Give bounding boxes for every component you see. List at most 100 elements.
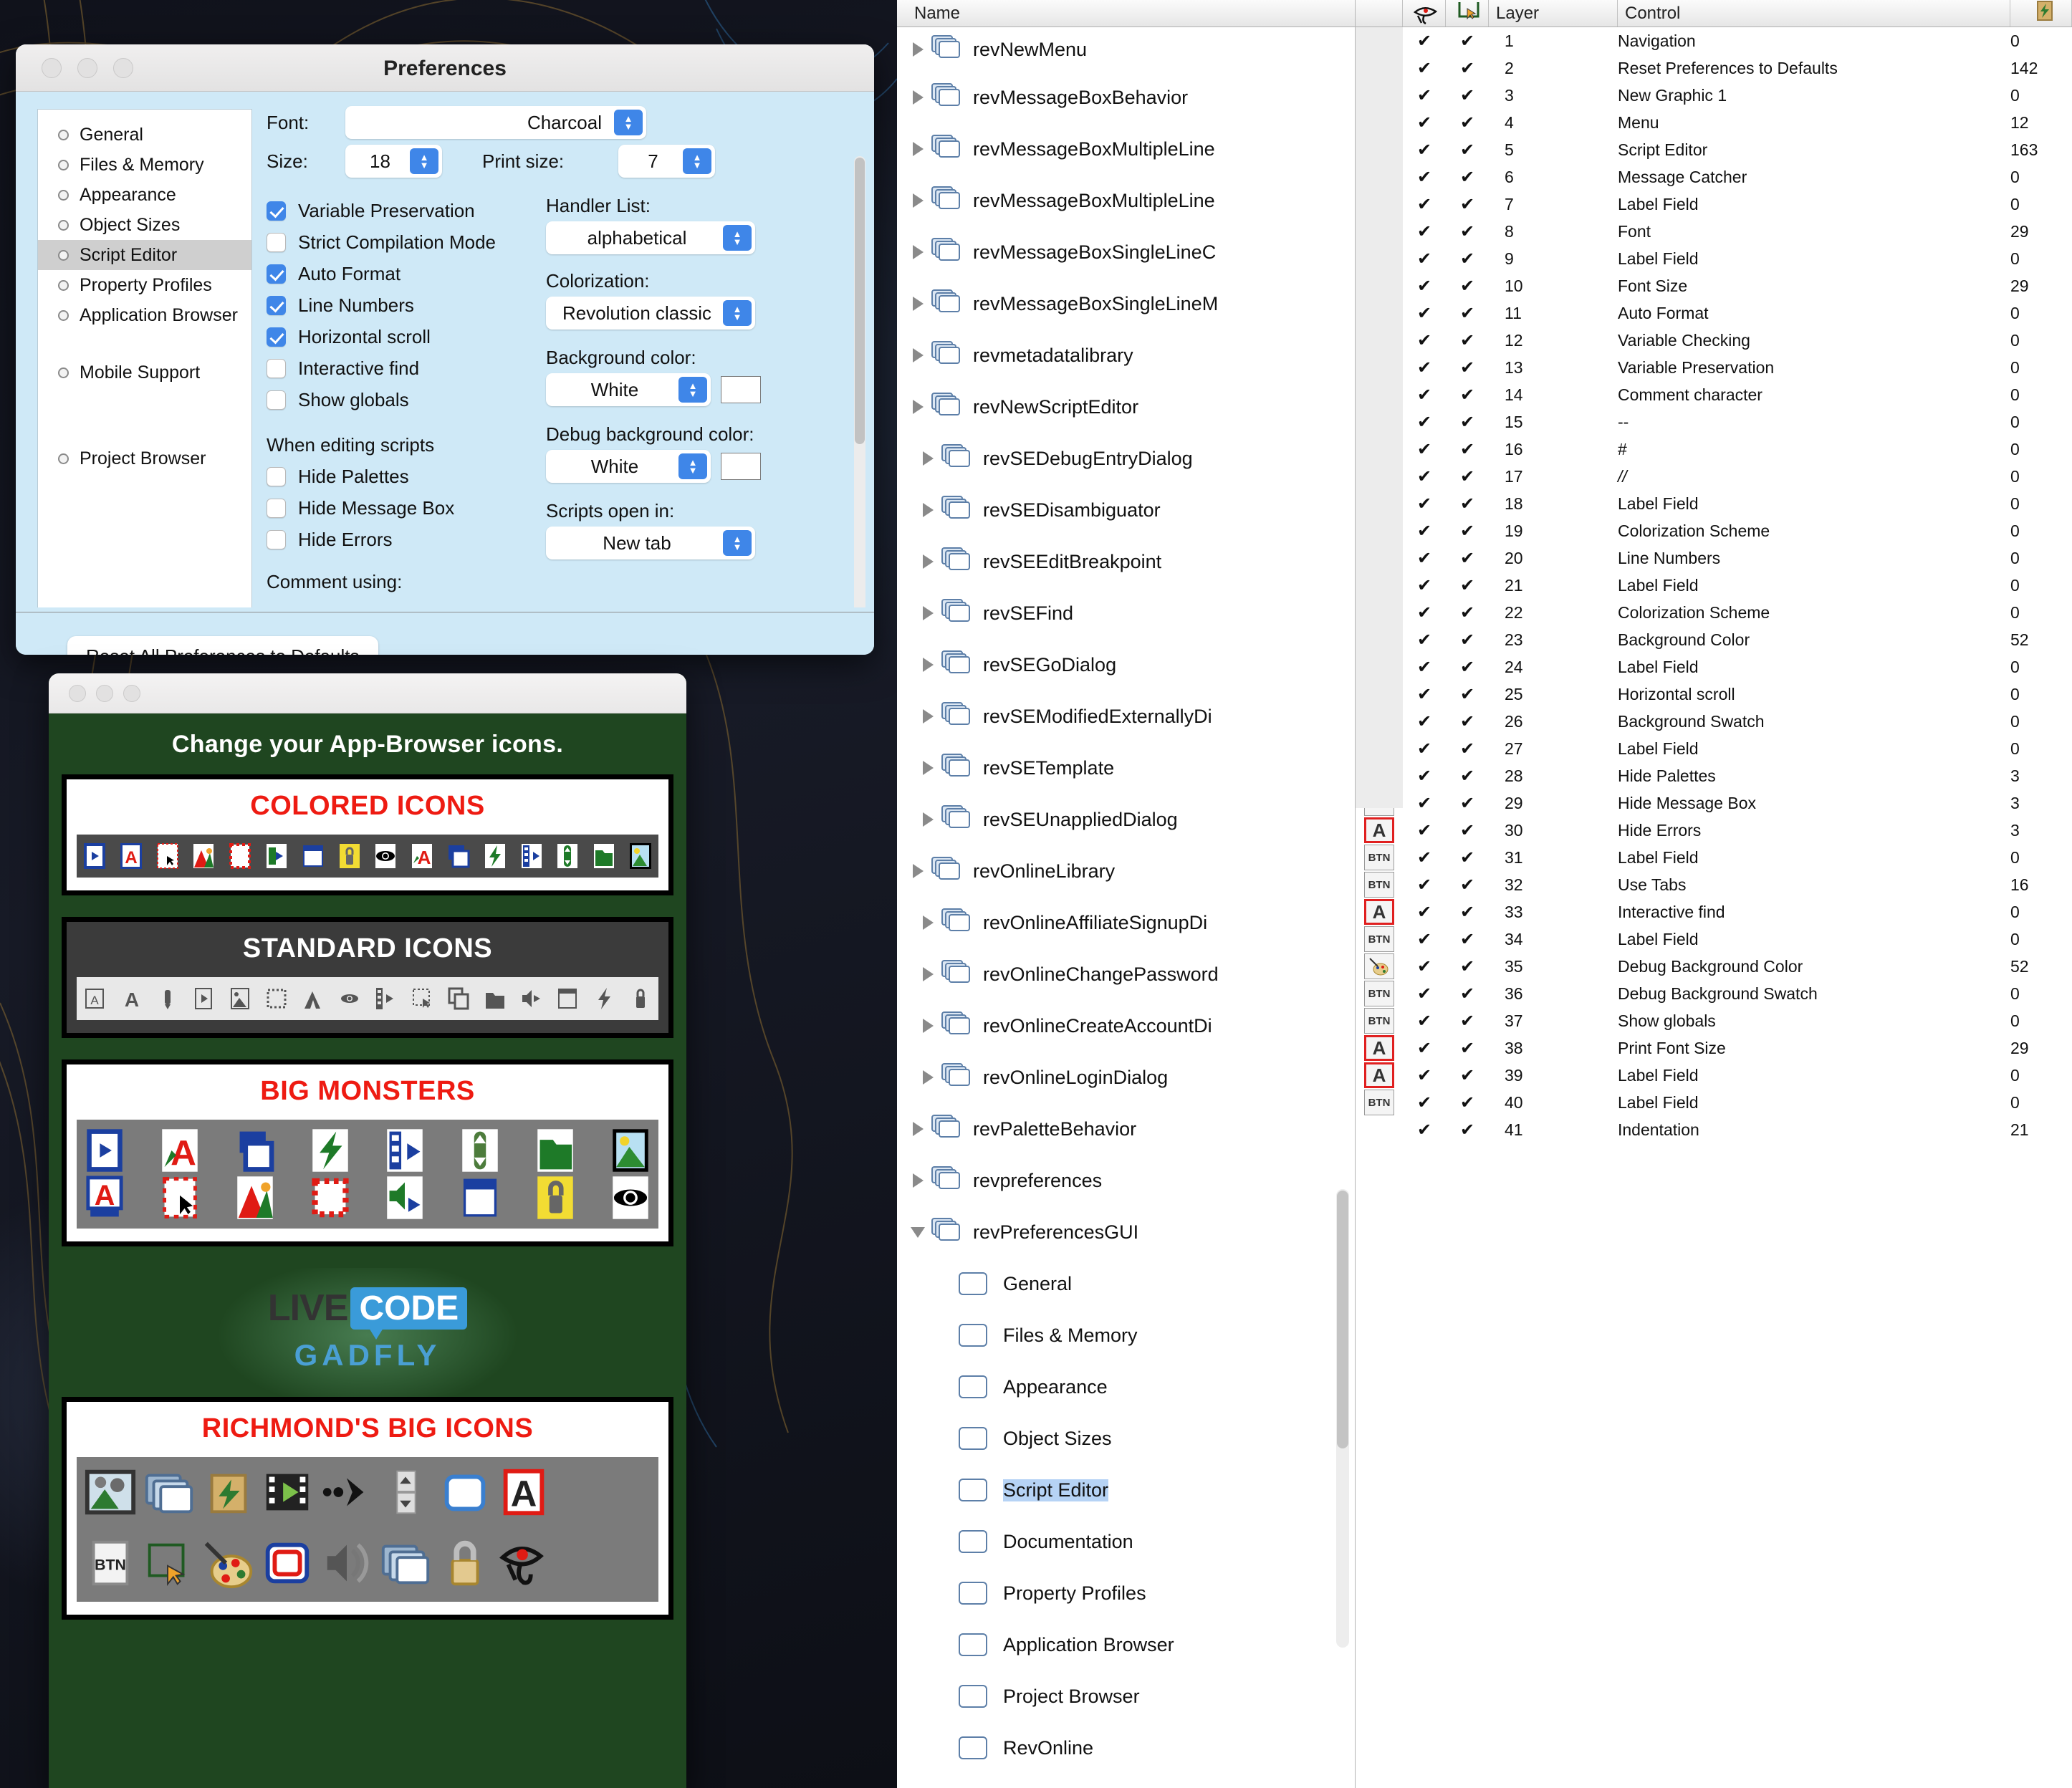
scrollbar-thumb[interactable] bbox=[855, 158, 865, 444]
tree-node[interactable]: revNewScriptEditor bbox=[897, 381, 1355, 433]
eye-icon[interactable] bbox=[608, 1174, 653, 1221]
tree-node[interactable]: revpreferences bbox=[897, 1155, 1355, 1206]
background-color-dropdown[interactable]: White ▲ ▼ bbox=[546, 373, 711, 406]
colored-icons-strip[interactable]: A A bbox=[77, 835, 658, 878]
palette-icon[interactable] bbox=[201, 1535, 256, 1591]
disclosure-triangle-icon[interactable] bbox=[904, 193, 931, 208]
tree-child-project-browser[interactable]: Project Browser bbox=[897, 1671, 1355, 1722]
radio-icon[interactable] bbox=[58, 367, 69, 378]
image-icon[interactable] bbox=[628, 842, 653, 870]
select-checkmark[interactable]: ✔ bbox=[1446, 494, 1489, 514]
checkbox-hide-palettes[interactable]: Hide Palettes bbox=[267, 461, 532, 492]
visible-checkmark[interactable]: ✔ bbox=[1403, 1065, 1446, 1086]
checkbox-hide-message-box[interactable]: Hide Message Box bbox=[267, 492, 532, 524]
select-checkmark[interactable]: ✔ bbox=[1446, 112, 1489, 133]
table-row[interactable]: BTN ✔ ✔ 36 Debug Background Swatch 0 bbox=[1356, 980, 2072, 1007]
visible-checkmark[interactable]: ✔ bbox=[1403, 521, 1446, 542]
table-row[interactable]: BTN✔✔1Navigation0 bbox=[1356, 27, 2072, 54]
tree-node[interactable]: revMessageBoxSingleLineM bbox=[897, 278, 1355, 330]
big-monsters-strip[interactable]: A A bbox=[77, 1120, 658, 1229]
table-row[interactable]: BTN ✔ ✔ 32 Use Tabs 16 bbox=[1356, 871, 2072, 898]
preferences-category-list[interactable]: General Files & Memory Appearance Object… bbox=[37, 109, 252, 607]
visible-checkmark[interactable]: ✔ bbox=[1403, 249, 1446, 269]
table-row[interactable]: BTN ✔ ✔ 31 Label Field 0 bbox=[1356, 844, 2072, 871]
select-checkmark[interactable]: ✔ bbox=[1446, 630, 1489, 650]
film-play-icon[interactable] bbox=[373, 984, 398, 1013]
chevron-up-down-icon[interactable]: ▲ ▼ bbox=[678, 377, 707, 403]
table-row[interactable]: A✔✔6Message Catcher0 bbox=[1356, 163, 2072, 191]
sidebar-item-appearance[interactable]: Appearance bbox=[38, 180, 251, 210]
checkbox-icon[interactable] bbox=[267, 327, 286, 347]
table-rows[interactable]: BTN✔✔1Navigation0✔✔2Reset Preferences to… bbox=[1356, 27, 2072, 1143]
visible-checkmark[interactable]: ✔ bbox=[1403, 766, 1446, 787]
select-checkmark[interactable]: ✔ bbox=[1446, 249, 1489, 269]
tree-child-script-editor[interactable]: Script Editor bbox=[897, 1464, 1355, 1516]
table-row[interactable]: BTN✔✔11Auto Format0 bbox=[1356, 299, 2072, 327]
select-checkmark[interactable]: ✔ bbox=[1446, 548, 1489, 569]
table-row[interactable]: BTN✔✔29Hide Message Box3 bbox=[1356, 789, 2072, 817]
tree-node[interactable]: revMessageBoxMultipleLine bbox=[897, 123, 1355, 175]
package-icon[interactable] bbox=[201, 1464, 256, 1520]
select-checkmark[interactable]: ✔ bbox=[1446, 602, 1489, 623]
eye-icon[interactable] bbox=[337, 984, 362, 1013]
visible-checkmark[interactable]: ✔ bbox=[1403, 194, 1446, 215]
tree-column-header-name[interactable]: Name bbox=[897, 0, 1355, 27]
letter-a-redbox-icon[interactable]: A bbox=[496, 1464, 552, 1520]
tree-node[interactable]: revOnlineLoginDialog bbox=[897, 1052, 1355, 1103]
padlock-icon[interactable] bbox=[437, 1535, 493, 1591]
visible-checkmark[interactable]: ✔ bbox=[1403, 602, 1446, 623]
checkbox-icon[interactable] bbox=[267, 358, 286, 378]
visible-checkmark[interactable]: ✔ bbox=[1403, 357, 1446, 378]
visible-checkmark[interactable]: ✔ bbox=[1403, 439, 1446, 460]
visible-checkmark[interactable]: ✔ bbox=[1403, 929, 1446, 950]
select-checkmark[interactable]: ✔ bbox=[1446, 385, 1489, 405]
table-row[interactable]: ✔ ✔ 13 Variable Preservation 0 bbox=[1356, 354, 2072, 381]
tree-node[interactable]: revSEGoDialog bbox=[897, 639, 1355, 691]
tree-node[interactable]: revSEFind bbox=[897, 587, 1355, 639]
radio-icon[interactable] bbox=[58, 453, 69, 464]
select-checkmark[interactable]: ✔ bbox=[1446, 711, 1489, 732]
disclosure-triangle-icon[interactable] bbox=[904, 400, 931, 414]
lock-yellow-icon[interactable] bbox=[533, 1174, 577, 1221]
table-row[interactable]: BTN✔✔24Label Field0 bbox=[1356, 653, 2072, 681]
disclosure-triangle-icon[interactable] bbox=[904, 1173, 931, 1188]
stepper-icon[interactable] bbox=[378, 1464, 433, 1520]
table-row[interactable]: BTN✔✔21Label Field0 bbox=[1356, 572, 2072, 599]
preferences-window[interactable]: Preferences General Files & Memory Appea… bbox=[16, 44, 874, 655]
checkbox-icon[interactable] bbox=[267, 529, 286, 549]
tree-scrollbar[interactable] bbox=[1336, 1189, 1349, 1648]
disclosure-triangle-icon[interactable] bbox=[914, 503, 941, 517]
checkbox-icon[interactable] bbox=[267, 232, 286, 252]
radio-icon[interactable] bbox=[58, 129, 69, 140]
disclosure-triangle-icon[interactable] bbox=[914, 761, 941, 775]
checkbox-strict-compilation-mode[interactable]: Strict Compilation Mode bbox=[267, 226, 532, 258]
tree-child-object-sizes[interactable]: Object Sizes bbox=[897, 1413, 1355, 1464]
visible-checkmark[interactable]: ✔ bbox=[1403, 657, 1446, 678]
visible-checkmark[interactable]: ✔ bbox=[1403, 684, 1446, 705]
tree-child-revonline[interactable]: RevOnline bbox=[897, 1722, 1355, 1774]
table-row[interactable]: ✔ ✔ 25 Horizontal scroll 0 bbox=[1356, 681, 2072, 708]
checkbox-icon[interactable] bbox=[267, 498, 286, 518]
table-row[interactable]: ✔ ✔ 35 Debug Background Color 52 bbox=[1356, 953, 2072, 980]
mountain-icon[interactable] bbox=[301, 984, 325, 1013]
video-icon[interactable] bbox=[264, 842, 289, 870]
tree-child-documentation[interactable]: Documentation bbox=[897, 1516, 1355, 1567]
sidebar-item-script-editor[interactable]: Script Editor bbox=[38, 240, 251, 270]
select-checkmark[interactable]: ✔ bbox=[1446, 956, 1489, 977]
lock-icon[interactable] bbox=[628, 984, 653, 1013]
window-icon[interactable] bbox=[301, 842, 325, 870]
sidebar-item-property-profiles[interactable]: Property Profiles bbox=[38, 270, 251, 300]
select-checkmark[interactable]: ✔ bbox=[1446, 847, 1489, 868]
speaker-icon[interactable] bbox=[319, 1535, 375, 1591]
table-row[interactable]: A✔✔23Background Color52 bbox=[1356, 626, 2072, 653]
visible-checkmark[interactable]: ✔ bbox=[1403, 466, 1446, 487]
radio-icon[interactable] bbox=[58, 189, 69, 201]
lightning-icon[interactable] bbox=[592, 984, 616, 1013]
icon-gallery-window[interactable]: Change your App-Browser icons. COLORED I… bbox=[49, 673, 686, 1788]
visible-checkmark[interactable]: ✔ bbox=[1403, 167, 1446, 188]
disclosure-triangle-icon[interactable] bbox=[904, 348, 931, 362]
table-row[interactable]: A✔✔20Line Numbers0 bbox=[1356, 544, 2072, 572]
chevron-up-down-icon[interactable]: ▲ ▼ bbox=[410, 148, 438, 174]
play-frame-icon[interactable] bbox=[191, 984, 216, 1013]
select-checkmark[interactable]: ✔ bbox=[1446, 330, 1489, 351]
